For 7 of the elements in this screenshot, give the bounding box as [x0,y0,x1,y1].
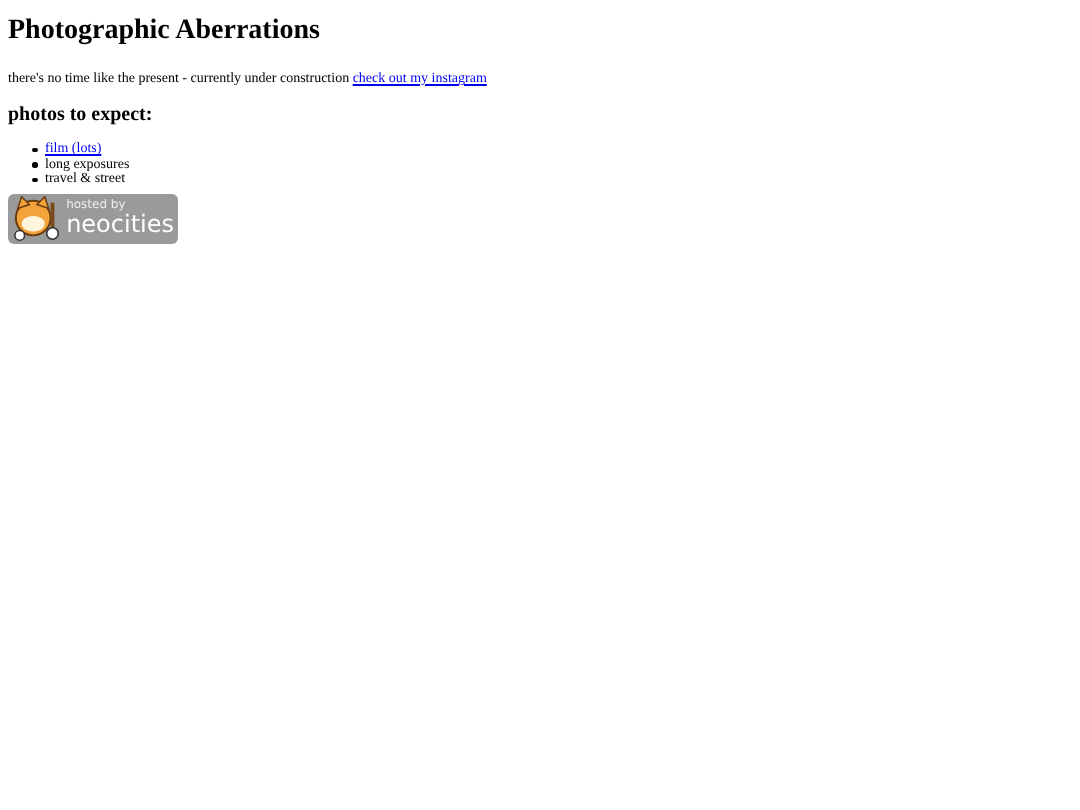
cat-mascot-icon [12,195,63,242]
bullet-icon [32,177,37,183]
badge-wordmark: neocities [66,212,174,237]
section-heading: photos to expect: [8,104,153,128]
page-title: Photographic Aberrations [8,14,320,50]
bullet-icon [32,147,37,153]
bullet-icon [32,162,37,168]
